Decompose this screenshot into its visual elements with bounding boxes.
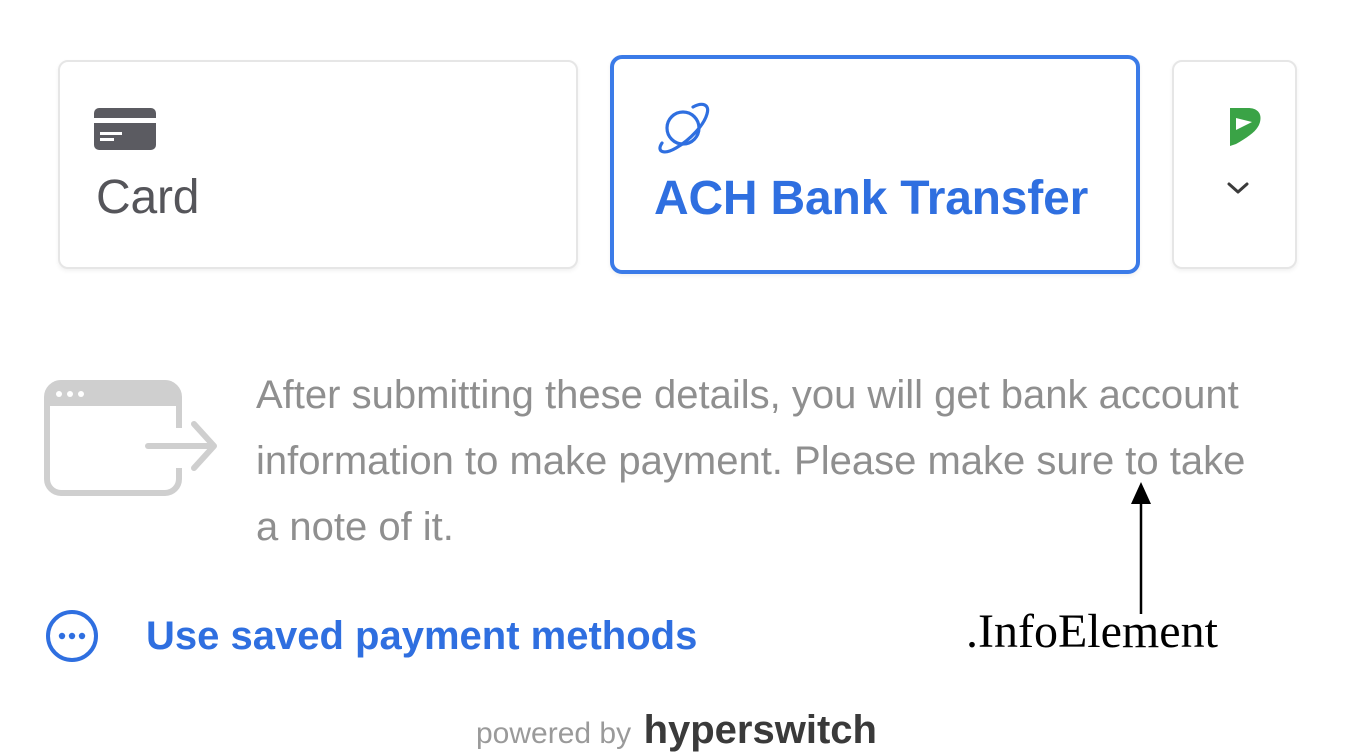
more-dots-icon bbox=[44, 608, 100, 664]
use-saved-payment-methods-link[interactable]: Use saved payment methods bbox=[44, 606, 697, 666]
annotation-arrow-icon bbox=[1126, 480, 1156, 619]
tab-card-label: Card bbox=[96, 171, 200, 224]
info-element-text: After submitting these details, you will… bbox=[256, 373, 1246, 549]
globe-orbit-icon bbox=[654, 97, 714, 162]
annotation-label: .InfoElement bbox=[966, 605, 1218, 658]
card-icon bbox=[94, 108, 156, 155]
tab-ach-label: ACH Bank Transfer bbox=[654, 172, 1089, 225]
tab-card[interactable]: Card bbox=[58, 60, 578, 269]
powered-by-text: powered by bbox=[476, 717, 632, 750]
tab-ach-bank-transfer[interactable]: ACH Bank Transfer bbox=[610, 55, 1140, 274]
payment-logo-icon bbox=[1228, 108, 1262, 151]
browser-redirect-icon bbox=[44, 380, 220, 505]
tab-more-methods[interactable] bbox=[1172, 60, 1297, 269]
brand-name: hyperswitch bbox=[643, 708, 877, 752]
chevron-down-icon bbox=[1226, 180, 1250, 201]
saved-methods-label: Use saved payment methods bbox=[146, 613, 698, 658]
powered-by-footer: powered by hyperswitch bbox=[476, 708, 877, 753]
